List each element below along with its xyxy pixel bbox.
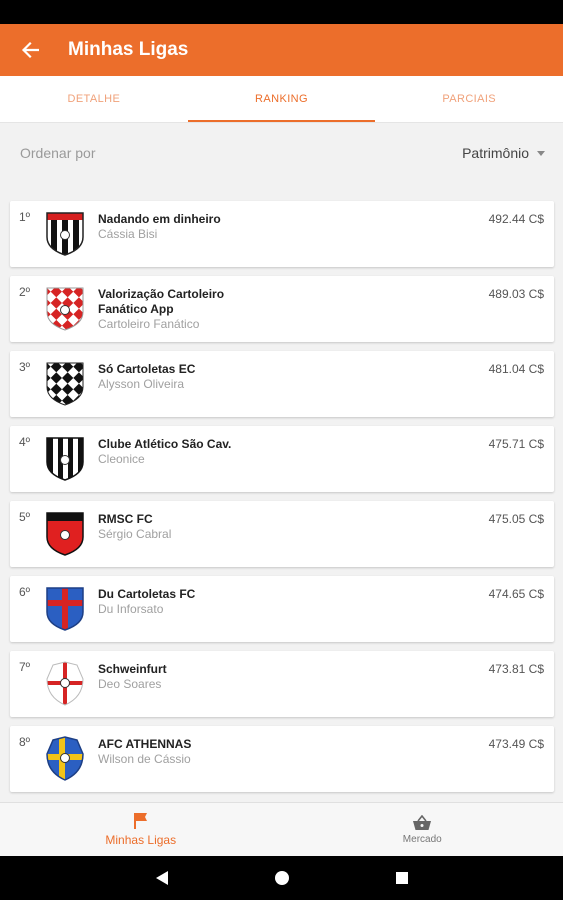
owner-name: Deo Soares: [98, 677, 162, 691]
black-white-vertical-stripes-crest-icon: [46, 437, 84, 481]
team-value: 489.03 C$: [488, 287, 544, 301]
rank-position: 5º: [19, 510, 31, 524]
tab-bar: DETALHE RANKING PARCIAIS: [0, 76, 563, 123]
tab-ranking[interactable]: RANKING: [187, 76, 376, 122]
arrow-left-icon: [21, 41, 39, 59]
tab-parciais[interactable]: PARCIAIS: [375, 76, 563, 122]
circle-home-icon: [274, 871, 289, 885]
system-navigation-bar: [0, 856, 563, 900]
sort-selected-value: Patrimônio: [462, 145, 529, 161]
rank-position: 2º: [19, 285, 31, 299]
ranking-row[interactable]: 8º AFC ATHENNAS Wilson de Cássio 473.49 …: [10, 726, 554, 792]
team-name: Clube Atlético São Cav.: [98, 437, 232, 451]
sort-row: Ordenar por Patrimônio: [0, 133, 563, 173]
system-back-button[interactable]: [102, 870, 222, 886]
team-value: 481.04 C$: [488, 362, 544, 376]
nav-mercado[interactable]: Mercado: [282, 803, 563, 856]
team-value: 474.65 C$: [488, 587, 544, 601]
black-white-checkered-crest-icon: [46, 362, 84, 406]
system-recents-button[interactable]: [342, 871, 462, 885]
back-button[interactable]: [2, 24, 58, 76]
sort-label: Ordenar por: [20, 145, 96, 161]
ranking-row[interactable]: 4º Clube Atlético São Cav. Cleonice 475.…: [10, 426, 554, 492]
team-name: Valorização Cartoleiro Fanático App: [98, 287, 225, 316]
rank-position: 3º: [19, 360, 31, 374]
page-title: Minhas Ligas: [68, 39, 189, 60]
rank-position: 4º: [19, 435, 31, 449]
ranking-row[interactable]: 1º Nadando em dinheiro Cássia Bisi 492.4…: [10, 201, 554, 267]
team-value: 475.71 C$: [488, 437, 544, 451]
square-recents-icon: [395, 872, 408, 884]
bottom-navigation: Minhas Ligas Mercado: [0, 802, 563, 856]
team-name: Schweinfurt: [98, 662, 167, 676]
ranking-row[interactable]: 2º Valorização Cartoleiro Fanático App C…: [10, 276, 554, 342]
triangle-back-icon: [155, 871, 168, 885]
team-value: 475.05 C$: [488, 512, 544, 526]
nav-label: Minhas Ligas: [105, 833, 177, 847]
rank-position: 8º: [19, 735, 31, 749]
blue-red-cross-crest-icon: [46, 587, 84, 631]
rank-position: 6º: [19, 585, 31, 599]
ranking-row[interactable]: 7º Schweinfurt Deo Soares 473.81 C$: [10, 651, 554, 717]
dropdown-arrow-icon: [537, 150, 545, 156]
ranking-row[interactable]: 6º Du Cartoletas FC Du Inforsato 474.65 …: [10, 576, 554, 642]
black-white-stripes-crest-icon: [46, 212, 84, 256]
owner-name: Cássia Bisi: [98, 227, 158, 241]
ranking-row[interactable]: 5º RMSC FC Sérgio Cabral 475.05 C$: [10, 501, 554, 567]
owner-name: Du Inforsato: [98, 602, 164, 616]
team-value: 473.49 C$: [488, 737, 544, 751]
owner-name: Wilson de Cássio: [98, 752, 191, 766]
system-home-button[interactable]: [222, 870, 342, 886]
team-name: RMSC FC: [98, 512, 153, 526]
blue-yellow-cross-crest-icon: [46, 736, 84, 781]
basket-icon: [413, 814, 432, 830]
nav-minhas-ligas[interactable]: Minhas Ligas: [0, 803, 282, 856]
white-red-cross-crest-icon: [46, 661, 84, 706]
owner-name: Cartoleiro Fanático: [98, 317, 200, 331]
status-bar: [0, 0, 563, 24]
team-name: AFC ATHENNAS: [98, 737, 192, 751]
sort-dropdown[interactable]: Patrimônio: [462, 145, 545, 161]
red-black-crest-icon: [46, 512, 84, 556]
app-bar: Minhas Ligas: [0, 24, 563, 76]
owner-name: Alysson Oliveira: [98, 377, 185, 391]
rank-position: 1º: [19, 210, 31, 224]
rank-position: 7º: [19, 660, 31, 674]
team-name: Só Cartoletas EC: [98, 362, 196, 376]
ranking-list: 1º Nadando em dinheiro Cássia Bisi 492.4…: [10, 201, 554, 801]
owner-name: Sérgio Cabral: [98, 527, 172, 541]
flag-icon: [133, 813, 147, 829]
tab-detalhe[interactable]: DETALHE: [0, 76, 188, 122]
team-name: Du Cartoletas FC: [98, 587, 196, 601]
nav-label: Mercado: [402, 833, 442, 845]
red-white-checkered-crest-icon: [46, 287, 84, 331]
team-value: 473.81 C$: [488, 662, 544, 676]
ranking-row[interactable]: 3º Só Cartoletas EC Alysson Oliveira 481…: [10, 351, 554, 417]
team-value: 492.44 C$: [488, 212, 544, 226]
owner-name: Cleonice: [98, 452, 145, 466]
team-name: Nadando em dinheiro: [98, 212, 221, 226]
